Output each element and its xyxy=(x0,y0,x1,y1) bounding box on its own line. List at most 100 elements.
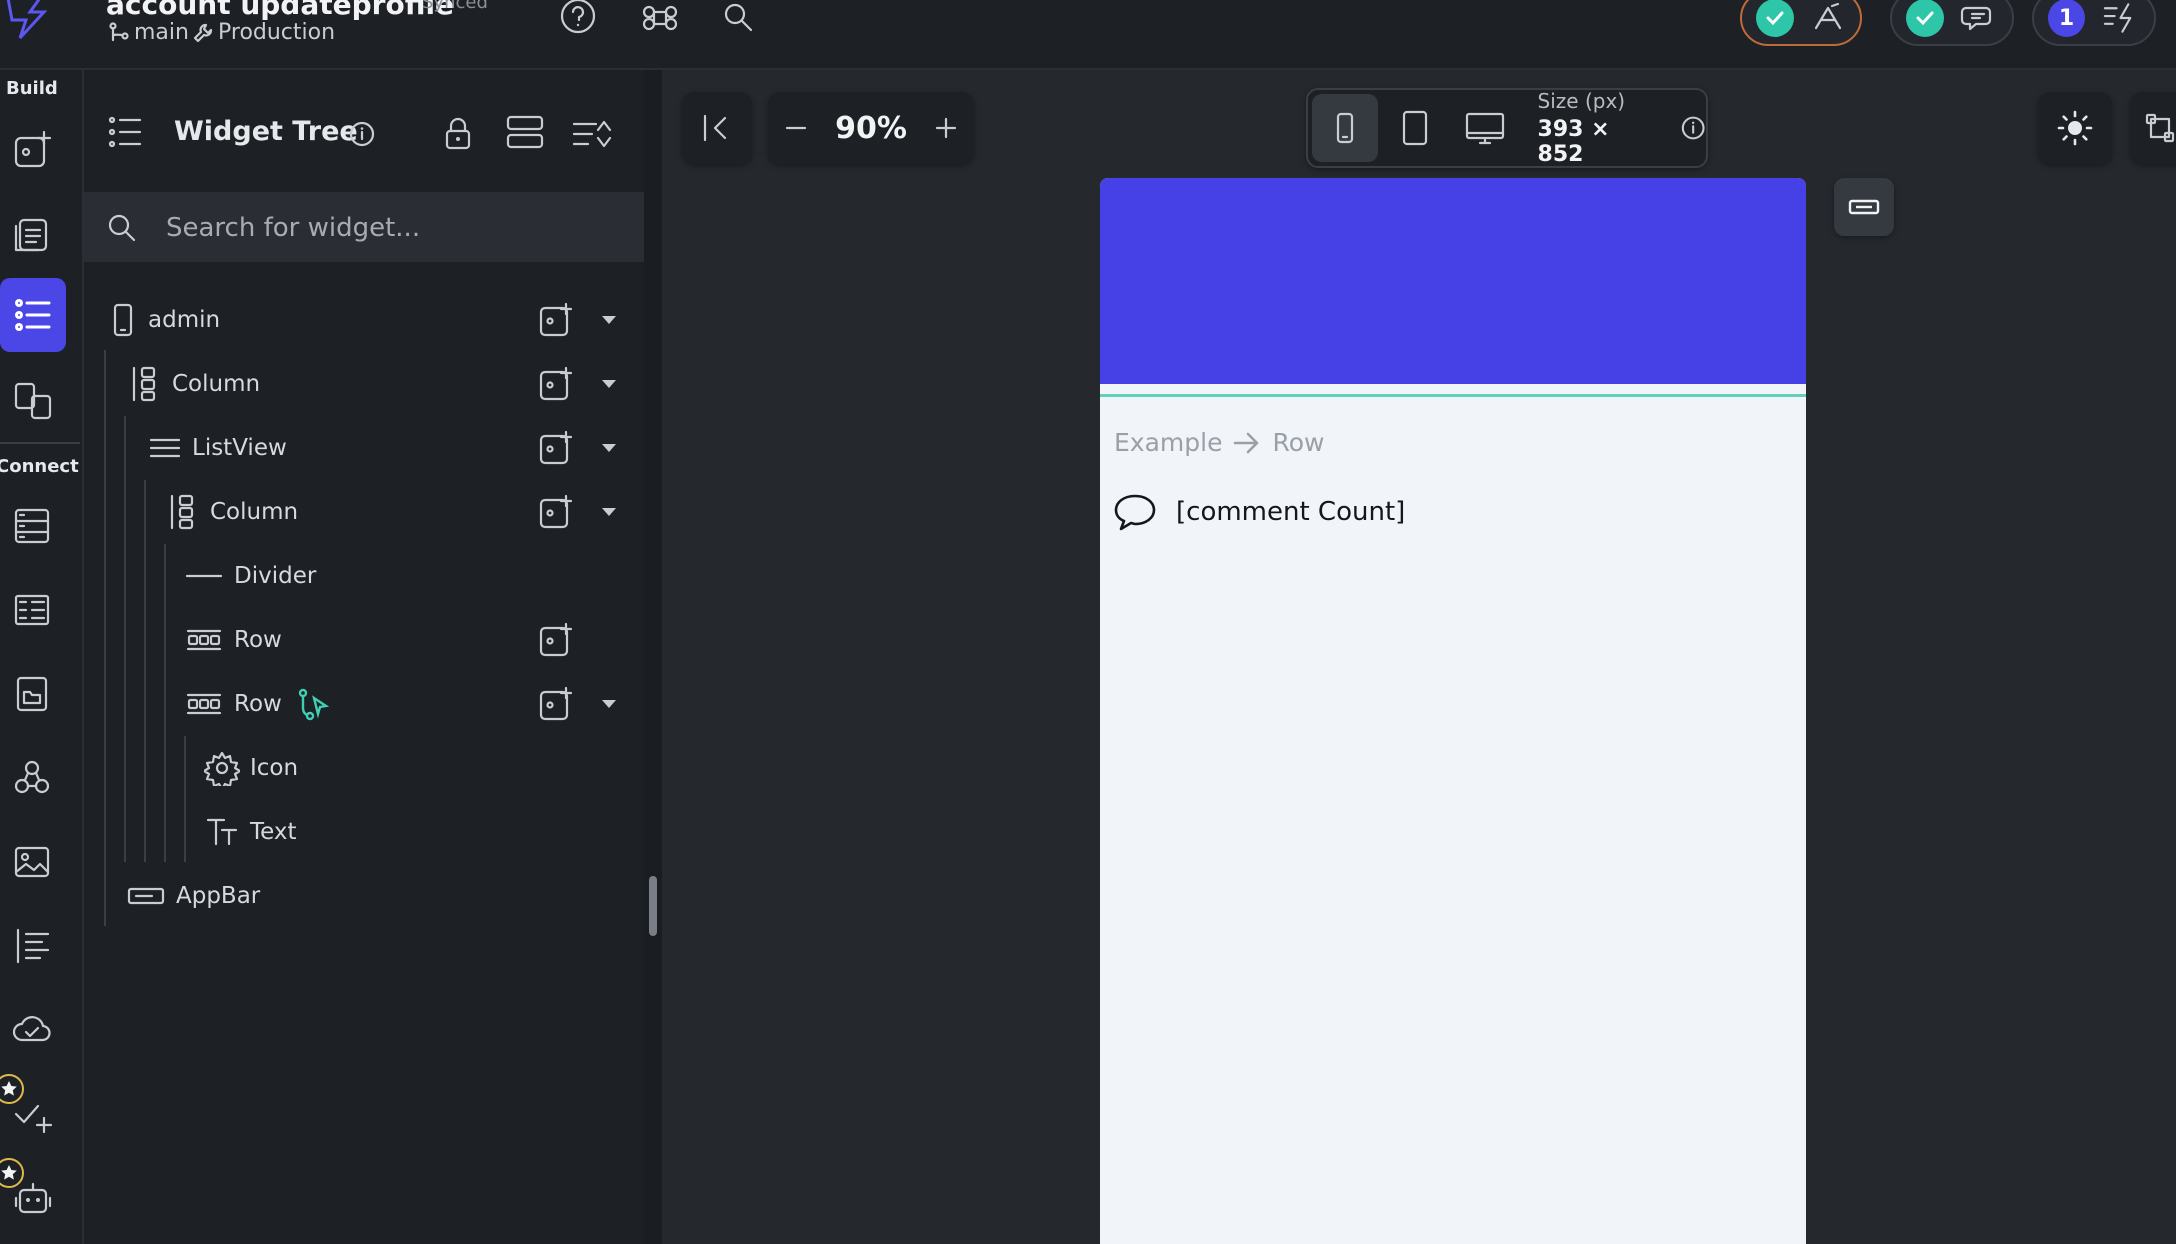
tree-node-listview[interactable]: ListView xyxy=(148,418,287,478)
tree-node-text[interactable]: Text xyxy=(204,802,297,862)
gear-icon xyxy=(204,751,240,786)
rail-data-types[interactable] xyxy=(0,578,64,642)
collapse-all-button[interactable] xyxy=(504,112,546,154)
tree-node-appbar[interactable]: AppBar xyxy=(126,866,260,926)
info-icon[interactable] xyxy=(1680,114,1706,142)
phone-preview: Example Row [comment Count] xyxy=(1100,178,1806,1244)
image-icon xyxy=(14,846,50,878)
device-phone-button[interactable] xyxy=(1312,94,1378,162)
breadcrumb-current[interactable]: Row xyxy=(1272,428,1324,457)
rail-integrations[interactable] xyxy=(0,746,64,810)
tree-node-column[interactable]: Column xyxy=(128,354,260,414)
widget-tree-icon xyxy=(104,112,148,156)
premium-badge xyxy=(0,1158,24,1188)
tree-node-admin[interactable]: admin xyxy=(108,290,220,350)
widget-tree-icon xyxy=(15,299,51,331)
rail-widget-tree[interactable] xyxy=(0,278,66,352)
add-child-button[interactable] xyxy=(536,492,576,532)
expand-caret[interactable] xyxy=(602,444,616,452)
add-child-button[interactable] xyxy=(536,620,576,660)
breadcrumb-parent[interactable]: Example xyxy=(1114,428,1222,457)
listview-icon xyxy=(149,438,181,458)
tree-node-label: Divider xyxy=(234,563,317,589)
rail-theme[interactable] xyxy=(0,914,64,978)
add-child-button[interactable] xyxy=(536,684,576,724)
folder-icon xyxy=(16,676,48,712)
tree-node-divider[interactable]: Divider xyxy=(184,546,316,606)
check-icon xyxy=(1756,0,1794,37)
collapse-panel-button[interactable] xyxy=(682,92,752,164)
tree-node-label: Row xyxy=(234,627,282,653)
rail-storyboard[interactable] xyxy=(0,368,64,432)
zoom-value: 90% xyxy=(835,110,907,146)
branch-selector[interactable]: main xyxy=(108,20,189,45)
layout-nodes-icon xyxy=(2145,113,2175,143)
preview-appbar[interactable] xyxy=(1100,178,1806,384)
expand-caret[interactable] xyxy=(602,508,616,516)
connect-section-label: Connect xyxy=(0,456,79,477)
column-icon xyxy=(170,494,194,530)
expand-caret[interactable] xyxy=(602,380,616,388)
command-palette-button[interactable] xyxy=(638,0,682,36)
app-logo[interactable] xyxy=(0,0,56,44)
arrow-right-icon xyxy=(1234,432,1259,453)
notification-count: 1 xyxy=(2048,0,2086,37)
device-tablet-button[interactable] xyxy=(1382,94,1448,162)
branch-icon xyxy=(109,21,129,41)
rail-database[interactable] xyxy=(0,494,64,558)
lightning-list-icon xyxy=(2103,3,2132,33)
lock-button[interactable] xyxy=(438,114,478,154)
add-child-button[interactable] xyxy=(536,364,576,404)
rail-add-widget[interactable] xyxy=(0,118,64,182)
tree-node-row-selected[interactable]: Row xyxy=(184,674,332,734)
canvas-layout-button[interactable] xyxy=(2130,92,2176,164)
preview-comment-row[interactable]: [comment Count] xyxy=(1112,492,1405,532)
feedback-pill[interactable] xyxy=(1890,0,2014,46)
widget-search-input[interactable] xyxy=(164,192,628,264)
expand-caret[interactable] xyxy=(602,316,616,324)
row-icon xyxy=(186,629,222,651)
sort-options-button[interactable] xyxy=(570,114,614,154)
tree-node-icon[interactable]: Icon xyxy=(204,738,298,798)
run-status-pill[interactable] xyxy=(1740,0,1862,46)
info-icon[interactable] xyxy=(348,120,376,148)
project-title: account updateprofile xyxy=(106,0,455,21)
tree-node-label: Row xyxy=(234,691,282,717)
rail-page-selector[interactable] xyxy=(0,202,64,266)
theme-toggle-button[interactable] xyxy=(2038,92,2112,164)
device-desktop-button[interactable] xyxy=(1452,94,1518,162)
command-icon xyxy=(642,5,678,31)
rail-files[interactable] xyxy=(0,662,64,726)
add-child-button[interactable] xyxy=(536,300,576,340)
size-readout: Size (px) 393 × 852 xyxy=(1538,89,1656,167)
environment-selector[interactable]: Production xyxy=(192,20,335,45)
tree-node-column[interactable]: Column xyxy=(166,482,298,542)
rail-media-assets[interactable] xyxy=(0,830,64,894)
zoom-out-button[interactable] xyxy=(771,115,821,141)
appbar-indicator-button[interactable] xyxy=(1834,178,1894,236)
device-selector: Size (px) 393 × 852 xyxy=(1306,88,1708,168)
panel-resize-handle[interactable] xyxy=(649,876,657,936)
schema-icon xyxy=(14,594,50,626)
plus-icon xyxy=(935,117,957,139)
selection-breadcrumb: Example Row xyxy=(1114,428,1324,457)
tree-guide xyxy=(144,480,146,862)
expand-caret[interactable] xyxy=(602,700,616,708)
appbar-icon xyxy=(1848,199,1880,215)
environment-name: Production xyxy=(218,20,336,45)
premium-badge xyxy=(0,1074,24,1104)
tree-node-label: AppBar xyxy=(176,883,261,909)
notifications-pill[interactable]: 1 xyxy=(2032,0,2156,46)
rail-cloud-functions[interactable] xyxy=(0,998,64,1062)
search-button[interactable] xyxy=(716,0,760,36)
tree-node-row[interactable]: Row xyxy=(184,610,282,670)
desktop-icon xyxy=(1465,112,1504,145)
integrations-icon xyxy=(14,760,50,794)
add-child-button[interactable] xyxy=(536,428,576,468)
help-icon xyxy=(560,0,596,34)
help-button[interactable] xyxy=(556,0,600,36)
build-section-label: Build xyxy=(6,78,58,99)
tree-guide xyxy=(124,416,126,862)
zoom-in-button[interactable] xyxy=(921,115,971,141)
tree-node-label: ListView xyxy=(192,435,287,461)
